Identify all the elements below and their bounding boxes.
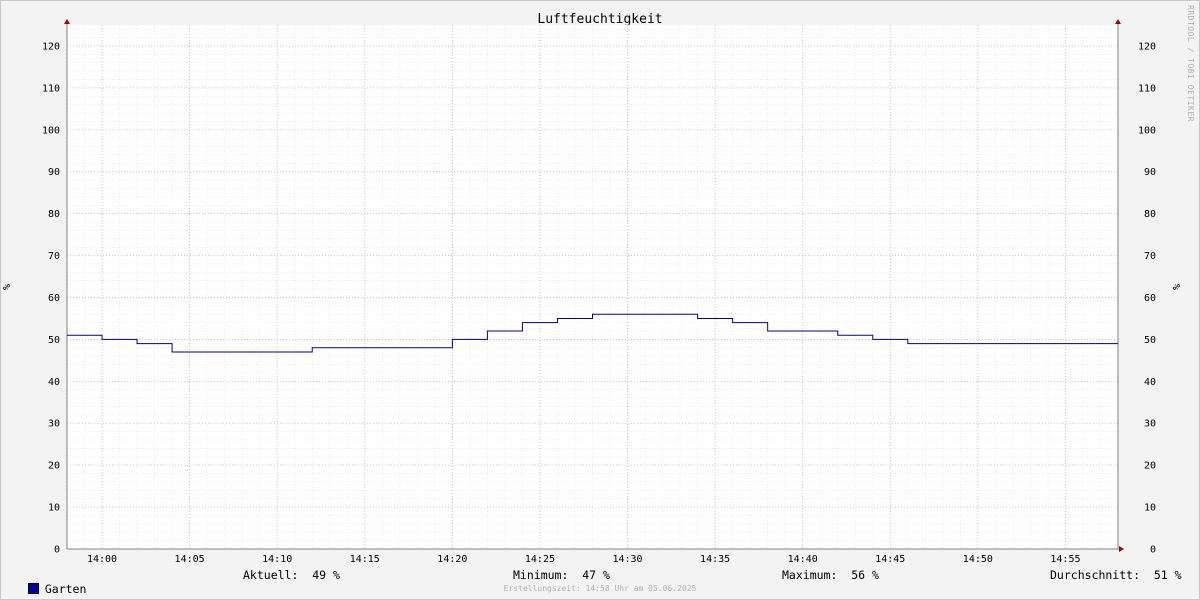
y-tick-label: 50 (1144, 335, 1156, 346)
y-tick-label: 80 (1144, 209, 1156, 220)
y-tick-label: 70 (48, 251, 60, 262)
y-tick-label: 60 (48, 293, 60, 304)
y-axis-arrow-right (1115, 19, 1121, 24)
y-tick-label: 40 (48, 377, 60, 388)
y-axis-arrow-left (64, 19, 70, 24)
y-tick-label: 100 (1138, 125, 1156, 136)
y-tick-label: 80 (48, 209, 60, 220)
legend-maximum: Maximum: 56 % (782, 568, 879, 582)
humidity-chart: Luftfeuchtigkeit 01020304050607080901001… (2, 5, 1195, 565)
x-tick-label: 14:35 (700, 554, 730, 565)
legend-average: Durchschnitt: 51 % (1050, 568, 1182, 582)
x-tick-label: 14:40 (788, 554, 818, 565)
y-tick-labels-right: 0 10 20 30 40 50 60 70 80 90 100 110 120 (1138, 41, 1156, 555)
legend-current: Aktuell: 49 % (243, 568, 340, 582)
y-tick-label: 70 (1144, 251, 1156, 262)
x-tick-labels: 14:00 14:05 14:10 14:15 14:20 14:25 14:30 14:35… (87, 554, 1081, 565)
y-tick-label: 0 (54, 545, 60, 556)
y-tick-label: 30 (48, 419, 60, 430)
y-tick-label: 110 (42, 83, 60, 94)
y-tick-label: 10 (1144, 503, 1156, 514)
y-tick-label: 0 (1150, 545, 1156, 556)
y-tick-label: 30 (1144, 419, 1156, 430)
y-tick-label: 10 (48, 503, 60, 514)
y-tick-labels-left: 0 10 20 30 40 50 60 70 80 90 100 110 120 (42, 41, 60, 555)
y-tick-label: 120 (1138, 41, 1156, 52)
x-tick-label: 14:25 (525, 554, 555, 565)
y-axis-label-right: % (1172, 284, 1183, 290)
legend-minimum: Minimum: 47 % (513, 568, 610, 582)
y-tick-label: 40 (1144, 377, 1156, 388)
x-tick-label: 14:55 (1050, 554, 1080, 565)
x-axis-arrow (1119, 546, 1124, 552)
x-tick-label: 14:50 (963, 554, 993, 565)
y-tick-label: 100 (42, 125, 60, 136)
x-tick-label: 14:10 (262, 554, 292, 565)
creation-time-footer: Erstellungszeit: 14:58 Uhr am 05.06.2025 (503, 584, 697, 593)
chart-title: Luftfeuchtigkeit (537, 12, 662, 27)
y-tick-label: 110 (1138, 83, 1156, 94)
x-tick-label: 14:00 (87, 554, 117, 565)
y-tick-label: 20 (48, 461, 60, 472)
y-tick-label: 20 (1144, 461, 1156, 472)
x-tick-label: 14:45 (875, 554, 905, 565)
x-tick-label: 14:05 (175, 554, 205, 565)
y-tick-label: 90 (48, 167, 60, 178)
y-tick-label: 90 (1144, 167, 1156, 178)
y-tick-label: 120 (42, 41, 60, 52)
watermark: RRDTOOL / TOBI OETIKER (1186, 5, 1195, 122)
x-tick-label: 14:20 (437, 554, 467, 565)
y-axis-label-left: % (2, 284, 13, 290)
y-tick-label: 60 (1144, 293, 1156, 304)
x-tick-label: 14:30 (612, 554, 642, 565)
y-tick-label: 50 (48, 335, 60, 346)
x-tick-label: 14:15 (350, 554, 380, 565)
